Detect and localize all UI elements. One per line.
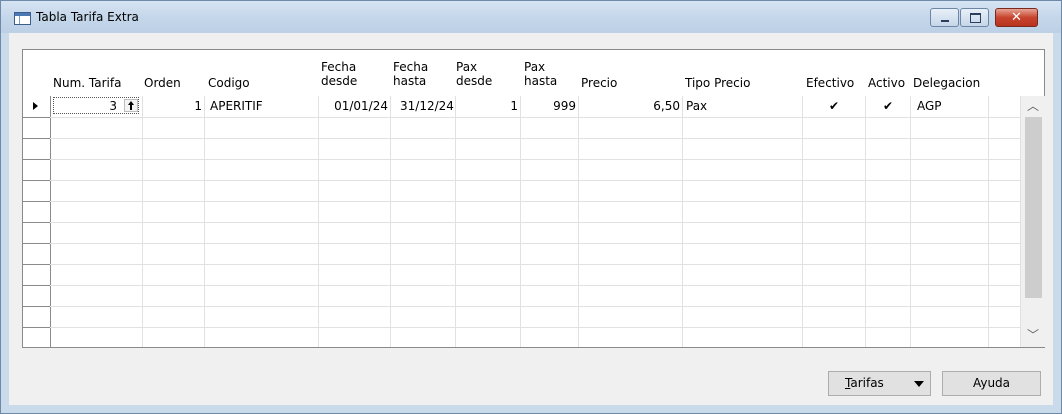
chevron-up-icon[interactable]: ︿ (1021, 96, 1045, 116)
empty-row[interactable] (23, 243, 1020, 265)
row-selector[interactable] (23, 327, 50, 348)
col-header-label: Num. Tarifa (53, 76, 122, 90)
row-selector[interactable] (23, 285, 50, 306)
col-header-label: Precio (581, 76, 618, 90)
row-selector[interactable] (23, 117, 50, 138)
tarifas-button[interactable]: Tarifas (828, 371, 931, 396)
dropdown-arrow-icon (914, 381, 924, 387)
col-header-label-1: Fecha (393, 60, 429, 74)
col-header-delegacion[interactable]: Delegacion (913, 76, 980, 90)
empty-row[interactable] (23, 222, 1020, 244)
row-selector[interactable] (23, 306, 50, 327)
cell-pax-desde[interactable]: 1 (456, 96, 518, 116)
col-header-fecha-desde[interactable]: Fecha desde (321, 60, 357, 88)
cell-orden[interactable]: 1 (143, 96, 202, 116)
empty-row[interactable] (23, 327, 1020, 348)
grid-header: Num. Tarifa Orden Codigo Fecha desde Fech… (23, 50, 1020, 96)
col-header-label-1: Pax (456, 60, 478, 74)
window-title: Tabla Tarifa Extra (36, 10, 139, 24)
row-selector[interactable] (23, 201, 50, 222)
cell-fecha-hasta[interactable]: 31/12/24 (400, 96, 454, 116)
cell-num-tarifa[interactable]: 3 (53, 96, 117, 116)
chevron-down-icon[interactable]: ﹀ (1021, 325, 1045, 345)
window: Tabla Tarifa Extra ✕ Num. Tarifa Orden C… (0, 0, 1062, 414)
col-header-num-tarifa[interactable]: Num. Tarifa (53, 76, 121, 90)
cell-fecha-desde[interactable]: 01/01/24 (319, 96, 388, 116)
row-selector[interactable] (23, 243, 50, 264)
col-header-pax-desde[interactable]: Pax desde (456, 60, 492, 88)
row-selector[interactable] (23, 264, 50, 285)
cell-codigo[interactable]: APERITIF (210, 96, 263, 116)
col-header-label-2: hasta (524, 74, 558, 88)
empty-row[interactable] (23, 138, 1020, 160)
col-header-label-1: Fecha (321, 60, 357, 74)
col-header-codigo[interactable]: Codigo (208, 76, 250, 90)
col-header-label-2: hasta (393, 74, 427, 88)
row-selector[interactable] (23, 159, 50, 180)
col-header-pax-hasta[interactable]: Pax hasta (524, 60, 557, 88)
col-header-orden[interactable]: Orden (144, 76, 181, 90)
ayuda-button[interactable]: Ayuda (942, 371, 1041, 396)
col-header-activo[interactable]: Activo (868, 76, 905, 90)
col-header-label: Codigo (208, 76, 250, 90)
cell-activo[interactable]: ✔ (883, 96, 893, 116)
maximize-button[interactable] (960, 8, 989, 27)
row-selector[interactable] (23, 138, 50, 159)
close-icon: ✕ (1011, 10, 1022, 25)
col-header-label-2: desde (321, 74, 358, 88)
col-header-precio[interactable]: Precio (581, 76, 617, 90)
minimize-icon (941, 20, 949, 22)
minimize-button[interactable] (930, 8, 959, 27)
cell-delegacion[interactable]: AGP (917, 96, 942, 116)
row-selector[interactable] (23, 222, 50, 243)
empty-row[interactable] (23, 159, 1020, 181)
col-header-label: Activo (868, 76, 906, 90)
row-pointer-icon (33, 102, 38, 110)
empty-row[interactable] (23, 285, 1020, 307)
empty-row[interactable] (23, 306, 1020, 328)
client-area: Num. Tarifa Orden Codigo Fecha desde Fech… (9, 33, 1053, 405)
table-icon (14, 12, 31, 25)
maximize-icon (970, 13, 981, 23)
col-header-label-2: desde (456, 74, 493, 88)
cell-efectivo[interactable]: ✔ (829, 96, 839, 116)
col-header-tipo-precio[interactable]: Tipo Precio (685, 76, 750, 90)
cell-pax-hasta[interactable]: 999 (521, 96, 576, 116)
grid-body: 3 1 APERITIF 01/01/24 31/12/24 1 999 6,5… (23, 96, 1020, 348)
col-header-label: Delegacion (913, 76, 981, 90)
table-row[interactable]: 3 1 APERITIF 01/01/24 31/12/24 1 999 6,5… (23, 96, 1020, 118)
vertical-scrollbar[interactable]: ︿ ﹀ (1020, 96, 1045, 347)
col-header-fecha-hasta[interactable]: Fecha hasta (393, 60, 428, 88)
close-button[interactable]: ✕ (995, 8, 1038, 27)
empty-row[interactable] (23, 264, 1020, 286)
row-selector[interactable] (23, 96, 50, 117)
tarifa-grid[interactable]: Num. Tarifa Orden Codigo Fecha desde Fech… (22, 49, 1045, 348)
empty-row[interactable] (23, 180, 1020, 202)
row-selector[interactable] (23, 180, 50, 201)
scrollbar-thumb[interactable] (1025, 117, 1042, 298)
tarifas-label: Tarifas (845, 372, 884, 395)
col-header-label: Efectivo (806, 76, 855, 90)
ayuda-label: Ayuda (972, 376, 1011, 390)
empty-row[interactable] (23, 117, 1020, 139)
tarifas-label-rest: arifas (850, 376, 884, 390)
col-header-label: Tipo Precio (685, 76, 751, 90)
lookup-arrow-icon[interactable] (124, 99, 138, 112)
col-header-label-1: Pax (524, 60, 546, 74)
col-header-label: Orden (144, 76, 181, 90)
col-header-efectivo[interactable]: Efectivo (806, 76, 854, 90)
title-bar[interactable]: Tabla Tarifa Extra ✕ (1, 1, 1061, 33)
cell-precio[interactable]: 6,50 (579, 96, 680, 116)
cell-tipo-precio[interactable]: Pax (686, 96, 707, 116)
empty-row[interactable] (23, 201, 1020, 223)
